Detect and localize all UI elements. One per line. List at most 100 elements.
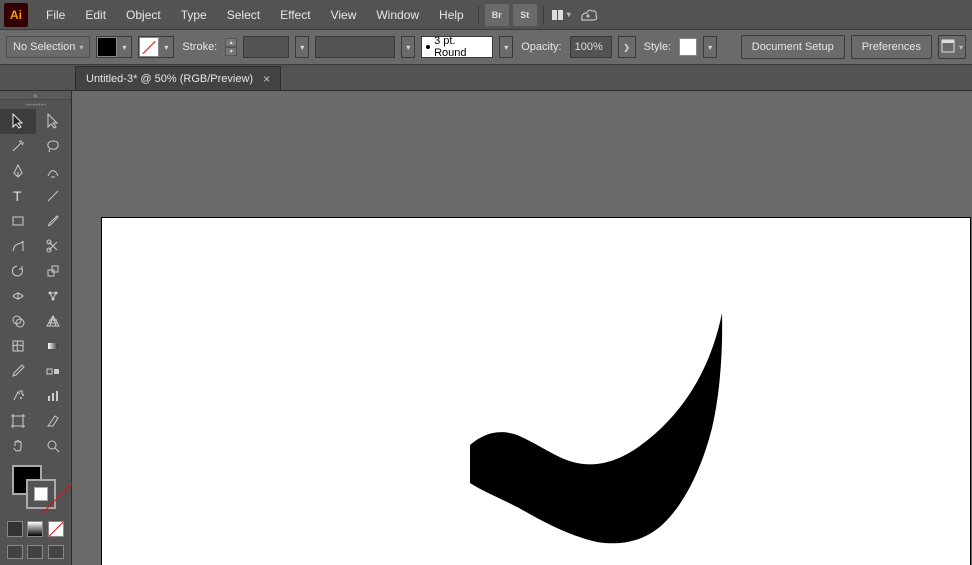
document-tab-strip: Untitled-3* @ 50% (RGB/Preview) × xyxy=(0,65,972,91)
opacity-dropdown[interactable]: ❯ xyxy=(618,36,636,58)
menu-effect[interactable]: Effect xyxy=(270,2,320,28)
graphic-style-swatch[interactable] xyxy=(679,38,697,56)
puppet-warp-tool[interactable] xyxy=(36,284,72,309)
arrange-documents-icon xyxy=(552,10,563,20)
opacity-field[interactable]: 100% xyxy=(570,36,612,58)
color-mode-row xyxy=(0,521,71,543)
menu-select[interactable]: Select xyxy=(217,2,270,28)
eyedropper-tool[interactable] xyxy=(0,359,36,384)
hand-tool[interactable] xyxy=(0,434,36,459)
gradient-tool[interactable] xyxy=(36,334,72,359)
scissors-tool[interactable] xyxy=(36,234,72,259)
align-to-button[interactable]: ▾ xyxy=(938,35,966,59)
width-tool[interactable] xyxy=(0,284,36,309)
brush-definition-field[interactable]: 3 pt. Round xyxy=(421,36,493,58)
draw-normal-mode[interactable] xyxy=(7,545,23,559)
separator xyxy=(543,6,544,24)
brush-dot-icon xyxy=(426,45,430,49)
menu-edit[interactable]: Edit xyxy=(75,2,116,28)
document-tab[interactable]: Untitled-3* @ 50% (RGB/Preview) × xyxy=(75,66,281,90)
shape-builder-tool[interactable] xyxy=(0,309,36,334)
pen-tool[interactable] xyxy=(0,159,36,184)
slice-tool[interactable] xyxy=(36,409,72,434)
separator xyxy=(478,6,479,24)
mesh-tool[interactable] xyxy=(0,334,36,359)
magic-wand-tool[interactable] xyxy=(0,134,36,159)
gpu-icon xyxy=(579,7,599,23)
document-setup-button[interactable]: Document Setup xyxy=(741,35,845,59)
draw-behind-mode[interactable] xyxy=(27,545,43,559)
stroke-label: Stroke: xyxy=(180,41,219,53)
color-mode-none[interactable] xyxy=(48,521,64,537)
rectangle-tool[interactable] xyxy=(0,209,36,234)
artboard-tool[interactable] xyxy=(0,409,36,434)
symbol-sprayer-tool[interactable] xyxy=(0,384,36,409)
fill-swatch-dropdown[interactable]: ▾ xyxy=(117,37,131,57)
align-icon xyxy=(941,39,955,56)
stroke-weight-dropdown[interactable]: ▾ xyxy=(295,36,309,58)
workspace: « T xyxy=(0,91,972,565)
line-segment-tool[interactable] xyxy=(36,184,72,209)
curvature-tool[interactable] xyxy=(36,159,72,184)
stroke-weight-stepper[interactable]: ▴▾ xyxy=(225,38,237,56)
arrange-documents-button[interactable]: ▾ xyxy=(550,4,573,26)
stroke-color-swatch[interactable] xyxy=(139,37,159,57)
fill-color-swatch[interactable] xyxy=(97,37,117,57)
tool-grid: T xyxy=(0,109,71,459)
control-bar: No Selection ▾ ▾ ▾ Stroke: ▴▾ ▾ ▾ 3 pt. … xyxy=(0,29,972,65)
rotate-tool[interactable] xyxy=(0,259,36,284)
zoom-tool[interactable] xyxy=(36,434,72,459)
document-tab-title: Untitled-3* @ 50% (RGB/Preview) xyxy=(86,73,253,85)
bridge-button[interactable]: Br xyxy=(485,4,509,26)
application-menu-bar: Ai File Edit Object Type Select Effect V… xyxy=(0,0,972,29)
draw-mode-row xyxy=(0,543,71,565)
menu-object[interactable]: Object xyxy=(116,2,171,28)
stock-button[interactable]: St xyxy=(513,4,537,26)
stroke-indicator-icon[interactable] xyxy=(26,479,56,509)
type-tool[interactable]: T xyxy=(0,184,36,209)
fill-swatch-group: ▾ xyxy=(96,36,132,58)
perspective-grid-tool[interactable] xyxy=(36,309,72,334)
close-icon[interactable]: × xyxy=(263,72,270,86)
paintbrush-tool[interactable] xyxy=(36,209,72,234)
artboard[interactable] xyxy=(101,217,971,565)
app-logo-icon: Ai xyxy=(4,3,28,27)
column-graph-tool[interactable] xyxy=(36,384,72,409)
chevron-down-icon: ▾ xyxy=(567,10,571,19)
color-mode-gradient[interactable] xyxy=(27,521,43,537)
chevron-down-icon: ▾ xyxy=(79,43,83,52)
fill-stroke-indicator[interactable] xyxy=(8,463,63,517)
stroke-weight-field[interactable] xyxy=(243,36,289,58)
selection-tool[interactable] xyxy=(0,109,36,134)
draw-inside-mode[interactable] xyxy=(48,545,64,559)
lasso-tool[interactable] xyxy=(36,134,72,159)
menu-type[interactable]: Type xyxy=(171,2,217,28)
panel-collapse-handle[interactable]: « xyxy=(0,91,71,100)
menu-view[interactable]: View xyxy=(321,2,367,28)
opacity-label: Opacity: xyxy=(519,41,563,53)
variable-width-profile[interactable] xyxy=(315,36,395,58)
brush-definition-dropdown[interactable]: ▾ xyxy=(499,36,513,58)
graphic-style-dropdown[interactable]: ▾ xyxy=(703,36,717,58)
variable-width-dropdown[interactable]: ▾ xyxy=(401,36,415,58)
chevron-down-icon: ▾ xyxy=(959,43,963,52)
color-mode-solid[interactable] xyxy=(7,521,23,537)
preferences-button[interactable]: Preferences xyxy=(851,35,932,59)
selection-status-label: No Selection xyxy=(13,41,75,53)
tools-panel: « T xyxy=(0,91,72,565)
panel-grip[interactable] xyxy=(0,100,71,109)
stroke-swatch-dropdown[interactable]: ▾ xyxy=(159,37,173,57)
menu-window[interactable]: Window xyxy=(366,2,429,28)
direct-selection-tool[interactable] xyxy=(36,109,72,134)
svg-text:T: T xyxy=(13,188,22,204)
scale-tool[interactable] xyxy=(36,259,72,284)
shaper-tool[interactable] xyxy=(0,234,36,259)
gpu-preview-button[interactable] xyxy=(577,4,601,26)
menu-help[interactable]: Help xyxy=(429,2,474,28)
selection-status[interactable]: No Selection ▾ xyxy=(6,36,90,58)
blend-tool[interactable] xyxy=(36,359,72,384)
stroke-swatch-group: ▾ xyxy=(138,36,174,58)
menu-file[interactable]: File xyxy=(36,2,75,28)
canvas-area[interactable] xyxy=(72,91,972,565)
artwork-shape[interactable] xyxy=(372,303,872,563)
